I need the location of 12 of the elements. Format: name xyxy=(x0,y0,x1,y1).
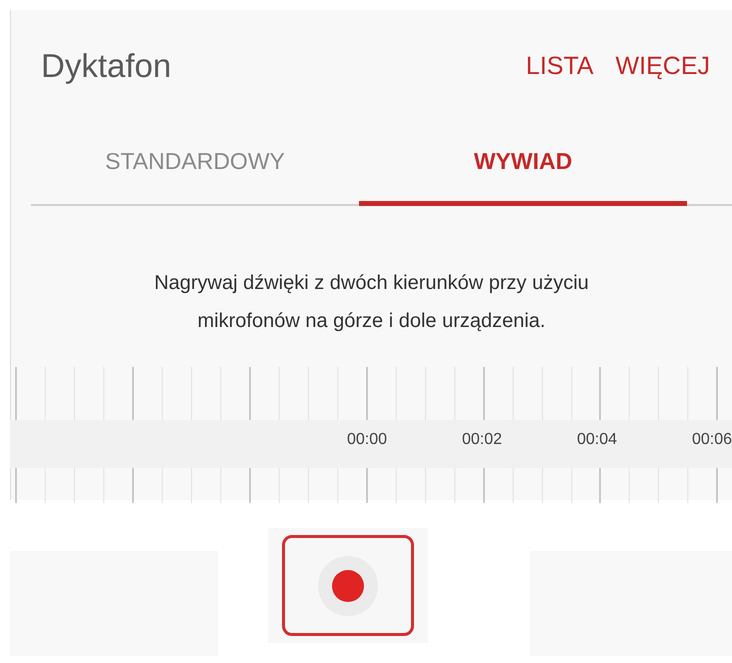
mode-description: Nagrywaj dźwięki z dwóch kierunków przy użyciu mikrofonów na górze i dole urządzenia. xyxy=(153,271,590,334)
mode-tab[interactable]: WYWIAD xyxy=(359,122,687,206)
time-label: 00:00 xyxy=(346,431,388,449)
app-bar-action[interactable]: WIĘCEJ xyxy=(616,52,710,80)
time-label: 00:02 xyxy=(462,431,502,449)
record-icon xyxy=(317,554,379,616)
mode-tab[interactable]: STANDARDOWY xyxy=(31,122,359,206)
time-label: 00:06 xyxy=(692,431,732,449)
time-label: 00:04 xyxy=(576,431,618,449)
record-button[interactable] xyxy=(268,528,428,643)
app-title: Dyktafon xyxy=(41,47,172,85)
app-bar-action[interactable]: LISTA xyxy=(526,52,594,80)
